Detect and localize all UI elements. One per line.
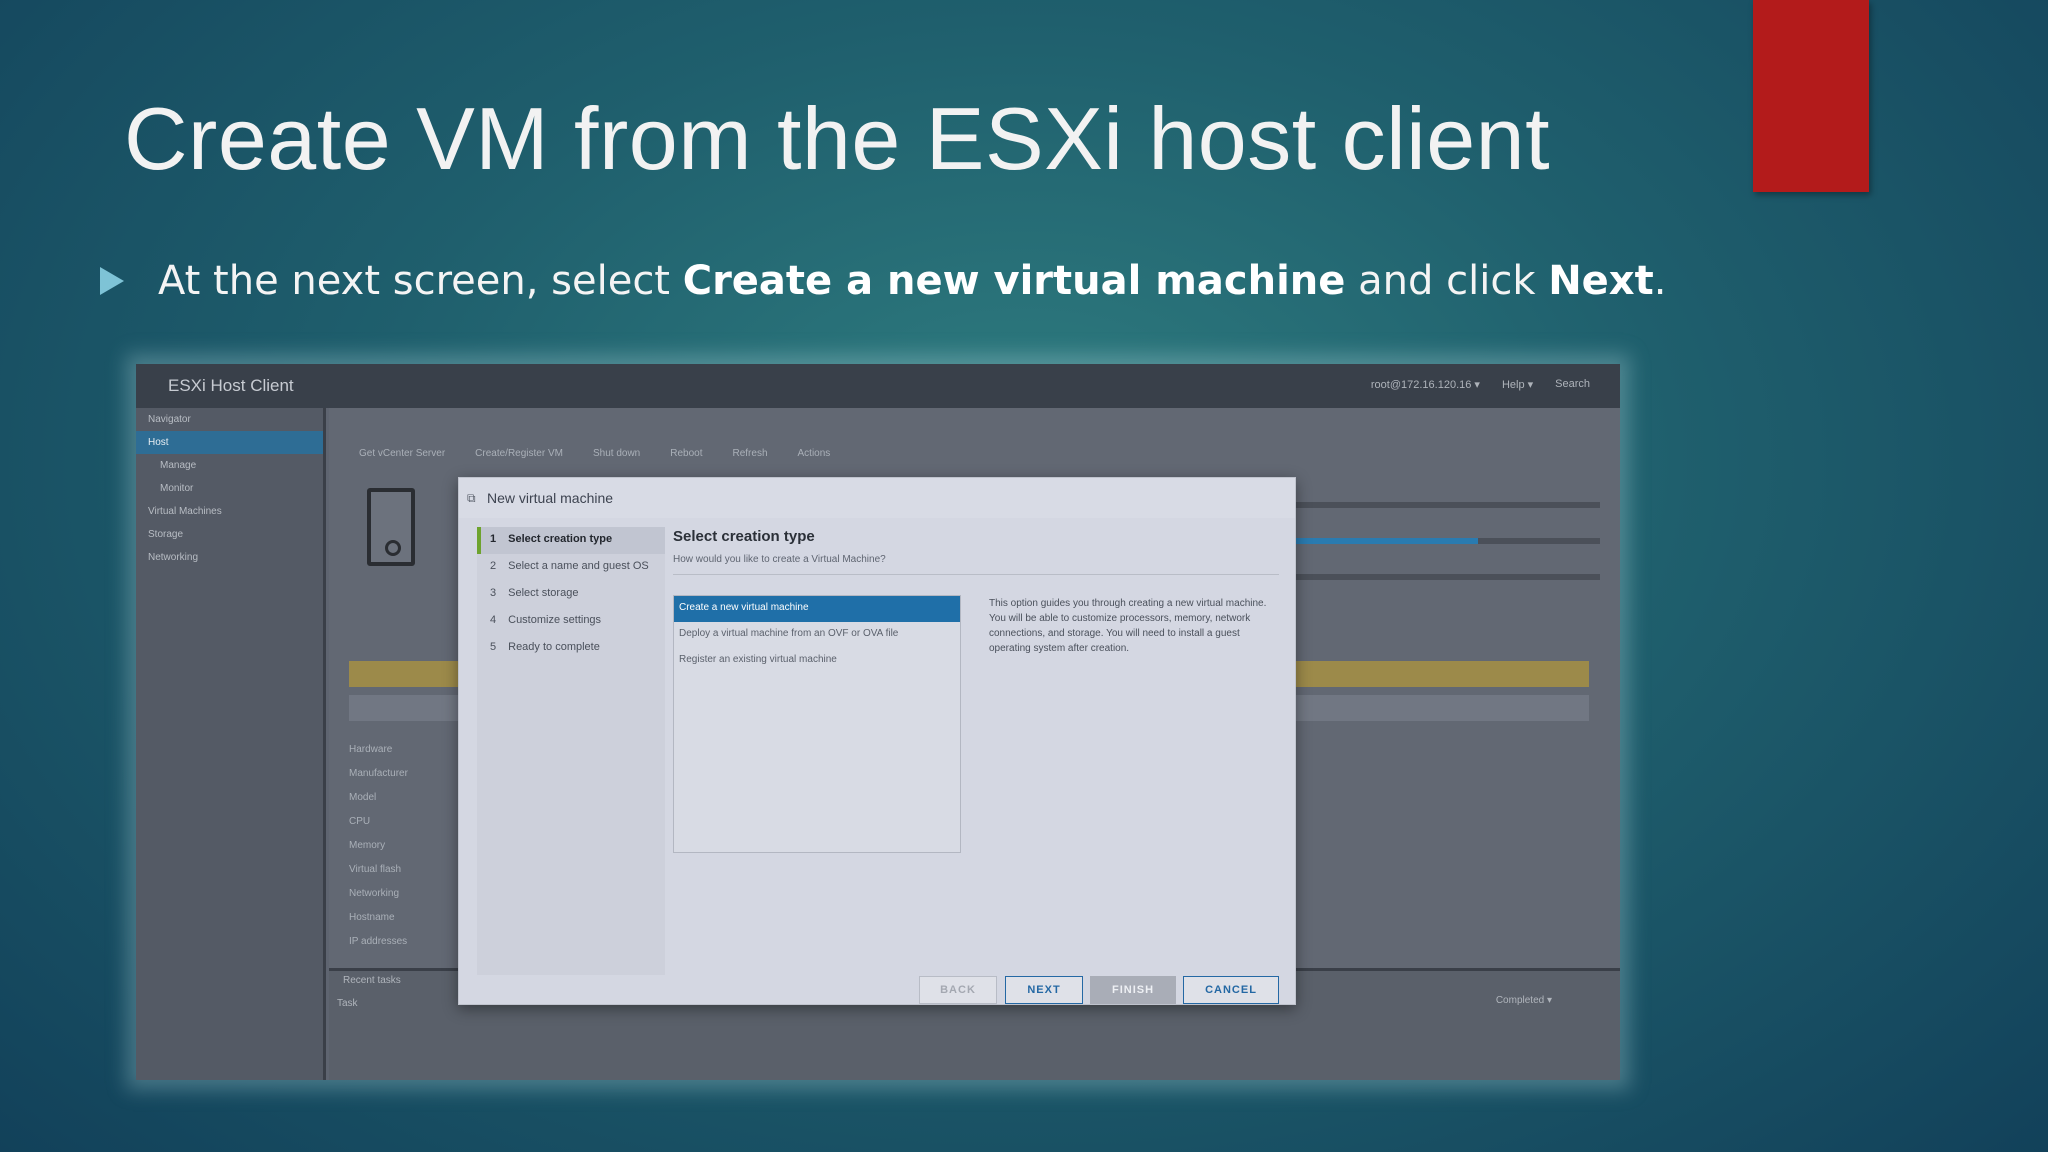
create-register-vm-button[interactable]: Create/Register VM (475, 448, 563, 459)
actions-button[interactable]: Actions (798, 448, 831, 459)
bullet-prefix: At the next screen, select (158, 258, 683, 304)
wizard-step-5[interactable]: 5 Ready to complete (477, 635, 665, 662)
reboot-button[interactable]: Reboot (670, 448, 702, 459)
esxi-toolbar: Get vCenter Server Create/Register VM Sh… (359, 448, 830, 459)
wizard-step-1[interactable]: 1 Select creation type (477, 527, 665, 554)
get-vcenter-button[interactable]: Get vCenter Server (359, 448, 445, 459)
bullet-middle: and click (1345, 258, 1549, 304)
divider (673, 574, 1279, 575)
help-menu[interactable]: Help ▾ (1502, 378, 1533, 391)
navigator-heading: Navigator (148, 414, 191, 425)
option-deploy-ovf[interactable]: Deploy a virtual machine from an OVF or … (674, 622, 960, 648)
storage-gauge (1280, 574, 1600, 580)
dialog-title: New virtual machine (487, 490, 614, 506)
hw-networking[interactable]: Networking (349, 882, 408, 906)
hardware-list: Hardware Manufacturer Model CPU Memory V… (349, 738, 408, 954)
vm-icon: ⧉ (467, 491, 476, 505)
esxi-header: ESXi Host Client root@172.16.120.16 ▾ He… (136, 364, 1620, 408)
wizard-step-4[interactable]: 4 Customize settings (477, 608, 665, 635)
bullet-text: At the next screen, select Create a new … (158, 258, 1666, 304)
slide-title: Create VM from the ESXi host client (124, 89, 1551, 188)
next-button[interactable]: NEXT (1005, 976, 1083, 1004)
memory-gauge (1280, 538, 1600, 544)
option-create-new-vm[interactable]: Create a new virtual machine (674, 596, 960, 622)
wizard-step-2[interactable]: 2 Select a name and guest OS (477, 554, 665, 581)
step-label: Select a name and guest OS (508, 560, 649, 572)
creation-type-subheading: How would you like to create a Virtual M… (673, 554, 886, 565)
hw-hostname: Hostname (349, 912, 395, 923)
bullet-bold-next: Next (1548, 258, 1654, 304)
bullet-suffix: . (1653, 258, 1667, 304)
hw-virtual-flash[interactable]: Virtual flash (349, 858, 408, 882)
esxi-app-name: ESXi Host Client (168, 376, 294, 395)
finish-button[interactable]: FINISH (1090, 976, 1176, 1004)
step-number: 4 (490, 614, 497, 626)
hw-model: Model (349, 792, 377, 803)
completed-column-header[interactable]: Completed ▾ (1496, 995, 1552, 1006)
step-label: Customize settings (508, 614, 602, 626)
esxi-navigator: Navigator Host Manage Monitor Virtual Ma… (136, 408, 326, 1080)
user-menu[interactable]: root@172.16.120.16 ▾ (1371, 378, 1480, 391)
refresh-button[interactable]: Refresh (732, 448, 767, 459)
option-register-existing[interactable]: Register an existing virtual machine (674, 648, 960, 674)
option-description: This option guides you through creating … (989, 598, 1267, 654)
hw-memory: Memory (349, 840, 386, 851)
dialog-title-bar: ⧉ New virtual machine (459, 478, 1295, 518)
bullet-arrow-icon (100, 267, 124, 295)
red-accent-block (1753, 0, 1869, 192)
step-label: Select storage (508, 587, 579, 599)
nav-item-monitor[interactable]: Monitor (136, 477, 323, 500)
hw-manufacturer: Manufacturer (349, 768, 408, 779)
nav-item-networking[interactable]: Networking (136, 546, 323, 569)
step-number: 2 (490, 560, 497, 572)
back-button[interactable]: BACK (919, 976, 997, 1004)
shut-down-button[interactable]: Shut down (593, 448, 640, 459)
creation-type-heading: Select creation type (673, 528, 815, 545)
esxi-header-right: root@172.16.120.16 ▾ Help ▾ Search (1371, 378, 1590, 391)
cpu-gauge (1280, 502, 1600, 508)
bullet-bold-option: Create a new virtual machine (682, 258, 1346, 304)
esxi-screenshot: ESXi Host Client root@172.16.120.16 ▾ He… (136, 364, 1620, 1080)
step-label: Select creation type (508, 533, 613, 545)
hw-ip-addresses: IP addresses (349, 936, 408, 947)
bullet-point: At the next screen, select Create a new … (100, 258, 1666, 304)
step-number: 1 (490, 533, 497, 545)
wizard-steps: 1 Select creation type 2 Select a name a… (477, 527, 665, 975)
nav-item-storage[interactable]: Storage (136, 523, 323, 546)
nav-item-vms[interactable]: Virtual Machines (136, 500, 323, 523)
step-label: Ready to complete (508, 641, 600, 653)
wizard-step-3[interactable]: 3 Select storage (477, 581, 665, 608)
new-vm-dialog: ⧉ New virtual machine 1 Select creation … (458, 477, 1296, 1005)
host-server-icon (367, 488, 415, 566)
step-number: 3 (490, 587, 497, 599)
hw-heading[interactable]: Hardware (349, 738, 408, 762)
nav-item-host[interactable]: Host (136, 431, 323, 454)
search-field[interactable]: Search (1555, 378, 1590, 391)
hw-cpu[interactable]: CPU (349, 810, 408, 834)
resource-gauges (1280, 488, 1600, 610)
nav-item-manage[interactable]: Manage (136, 454, 323, 477)
step-number: 5 (490, 641, 497, 653)
creation-type-list: Create a new virtual machine Deploy a vi… (673, 595, 961, 853)
cancel-button[interactable]: CANCEL (1183, 976, 1279, 1004)
